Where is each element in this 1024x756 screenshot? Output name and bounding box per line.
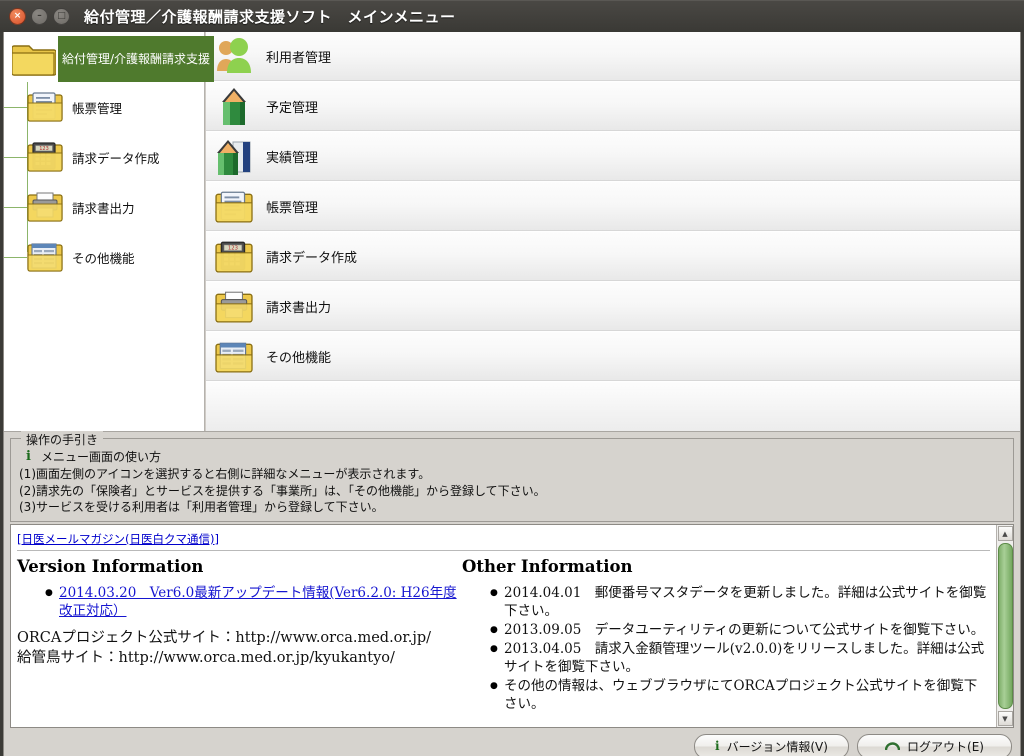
- logout-button-label: ログアウト(E): [907, 739, 984, 754]
- table-folder-icon: [215, 340, 253, 374]
- close-glyph: ×: [13, 11, 22, 21]
- information-scrollbar[interactable]: ▲ ▼: [996, 525, 1013, 727]
- calculator-folder-icon: 123: [27, 141, 63, 173]
- tree-branch-line: [4, 107, 27, 108]
- logout-button[interactable]: ログアウト(E): [857, 733, 1012, 756]
- close-icon[interactable]: ×: [9, 8, 26, 25]
- info-icon: i: [26, 449, 31, 464]
- operation-guide-heading: i メニュー画面の使い方: [19, 448, 1005, 465]
- menu-item-label: 実績管理: [266, 151, 319, 166]
- orca-site-line: ORCAプロジェクト公式サイト：http://www.orca.med.or.j…: [17, 630, 432, 646]
- other-information-column: Other Information 2014.04.01 郵便番号マスタデータを…: [462, 557, 990, 721]
- list-item[interactable]: 2014.03.20 Ver6.0最新アップデート情報(Ver6.2.0: H2…: [45, 584, 462, 620]
- version-info-button-label: バージョン情報(V): [726, 739, 828, 754]
- folder-icon: [12, 41, 56, 77]
- scrollbar-track[interactable]: [997, 542, 1013, 710]
- document-folder-icon: [27, 91, 63, 123]
- title-bar: × – □ 給付管理／介護報酬請求支援ソフト メインメニュー: [0, 0, 1024, 32]
- main-menu-list: 利用者管理 予定管理 実績管理 帳票管理 123 請求データ作成 請求書出力 そ…: [205, 32, 1020, 431]
- menu-item-jisseki-kanri[interactable]: 実績管理: [206, 132, 1020, 182]
- menu-item-label: 利用者管理: [266, 51, 332, 66]
- application-window: × – □ 給付管理／介護報酬請求支援ソフト メインメニュー 給付管理/介護報酬…: [0, 0, 1024, 756]
- other-information-list: 2014.04.01 郵便番号マスタデータを更新しました。詳細は公式サイトを御覧…: [462, 584, 990, 713]
- menu-item-yotei-kanri[interactable]: 予定管理: [206, 82, 1020, 132]
- operation-guide-panel: 操作の手引き i メニュー画面の使い方 (1)画面左側のアイコンを選択すると右側…: [10, 431, 1014, 522]
- calculator-folder-icon: 123: [215, 240, 253, 274]
- list-item: 2013.09.05 データユーティリティの更新について公式サイトを御覧下さい。: [490, 621, 990, 639]
- menu-item-chohyo-kanri[interactable]: 帳票管理: [206, 182, 1020, 232]
- action-button-bar: i バージョン情報(V) ログアウト(E): [4, 728, 1020, 756]
- operation-guide-line: (2)請求先の「保険者」とサービスを提供する「事業所」は、「その他機能」から登録…: [19, 483, 546, 498]
- kyukantyo-site-line: 給管鳥サイト：http://www.orca.med.or.jp/kyukant…: [17, 650, 395, 666]
- menu-item-label: 請求データ作成: [266, 251, 358, 266]
- list-item: 2013.04.05 請求入金額管理ツール(v2.0.0)をリリースしました。詳…: [490, 640, 990, 676]
- menu-item-riyousha-kanri[interactable]: 利用者管理: [206, 32, 1020, 82]
- menu-item-seikyu-data-sakusei[interactable]: 123 請求データ作成: [206, 232, 1020, 282]
- tree-branch-line: [4, 157, 27, 158]
- other-information-title: Other Information: [462, 557, 633, 576]
- information-columns: Version Information 2014.03.20 Ver6.0最新ア…: [17, 557, 990, 721]
- menu-list-filler: [206, 382, 1020, 431]
- main-content-area: 給付管理/介護報酬請求支援 帳票管理 123 請求データ作成 請求書出力 その他…: [4, 32, 1020, 432]
- list-item: その他の情報は、ウェブブラウザにてORCAプロジェクト公式サイトを御覧下さい。: [490, 677, 990, 713]
- navigation-tree: 給付管理/介護報酬請求支援 帳票管理 123 請求データ作成 請求書出力 その他…: [4, 32, 215, 431]
- tree-branch-line: [4, 207, 27, 208]
- minimize-glyph: –: [37, 11, 42, 21]
- document-folder-icon: [215, 190, 253, 224]
- sidebar-item-label: 請求データ作成: [72, 150, 160, 166]
- pencil-book-icon: [215, 136, 253, 178]
- svg-text:123: 123: [39, 146, 49, 152]
- information-content: [日医メールマガジン(日医白クマ通信)] Version Information…: [11, 525, 996, 727]
- tree-root-label: 給付管理/介護報酬請求支援: [58, 36, 215, 82]
- version-information-title: Version Information: [17, 557, 204, 576]
- printer-folder-icon: [215, 290, 253, 324]
- version-information-column: Version Information 2014.03.20 Ver6.0最新ア…: [17, 557, 462, 721]
- printer-folder-icon: [27, 191, 63, 223]
- menu-item-label: 予定管理: [266, 101, 319, 116]
- operation-guide-line: (3)サービスを受ける利用者は「利用者管理」から登録して下さい。: [19, 500, 384, 514]
- pencil-icon: [215, 86, 253, 128]
- minimize-icon[interactable]: –: [31, 8, 48, 25]
- menu-item-sonota-kinou[interactable]: その他機能: [206, 332, 1020, 382]
- mail-magazine-link[interactable]: [日医メールマガジン(日医白クマ通信)]: [17, 531, 219, 547]
- operation-guide-legend: 操作の手引き: [21, 431, 104, 448]
- information-panel: [日医メールマガジン(日医白クマ通信)] Version Information…: [10, 524, 1014, 728]
- window-title: 給付管理／介護報酬請求支援ソフト メインメニュー: [84, 8, 456, 26]
- operation-guide-line: (1)画面左側のアイコンを選択すると右側に詳細なメニューが表示されます。: [19, 467, 431, 481]
- divider: [17, 550, 990, 551]
- tree-root-node[interactable]: 給付管理/介護報酬請求支援: [4, 36, 215, 82]
- info-icon: i: [715, 739, 720, 753]
- operation-guide-wrapper: 操作の手引き i メニュー画面の使い方 (1)画面左側のアイコンを選択すると右側…: [4, 431, 1020, 524]
- sidebar-item-chohyo[interactable]: 帳票管理: [4, 82, 204, 132]
- svg-text:123: 123: [228, 245, 238, 251]
- logout-arc-icon: [884, 739, 901, 754]
- tree-children: 帳票管理 123 請求データ作成 請求書出力 その他機能: [4, 82, 204, 282]
- list-item: 2014.04.01 郵便番号マスタデータを更新しました。詳細は公式サイトを御覧…: [490, 584, 990, 620]
- maximize-glyph: □: [57, 11, 66, 21]
- sidebar-item-seikyu-data[interactable]: 123 請求データ作成: [4, 132, 204, 182]
- scroll-down-button[interactable]: ▼: [997, 711, 1013, 726]
- users-icon: [215, 37, 253, 77]
- window-controls: × – □: [9, 8, 70, 25]
- menu-item-label: その他機能: [266, 351, 332, 366]
- scroll-up-button[interactable]: ▲: [997, 526, 1013, 541]
- menu-item-label: 請求書出力: [266, 301, 332, 316]
- sidebar-item-sonota-kinou[interactable]: その他機能: [4, 232, 204, 282]
- maximize-icon[interactable]: □: [53, 8, 70, 25]
- sidebar-item-seikyusho-shutsuryoku[interactable]: 請求書出力: [4, 182, 204, 232]
- operation-guide-heading-text: メニュー画面の使い方: [41, 450, 162, 464]
- sidebar-item-label: 帳票管理: [72, 100, 123, 116]
- update-info-link[interactable]: 2014.03.20 Ver6.0最新アップデート情報(Ver6.2.0: H2…: [59, 585, 457, 619]
- menu-item-label: 帳票管理: [266, 201, 319, 216]
- table-folder-icon: [27, 241, 63, 273]
- version-information-list: 2014.03.20 Ver6.0最新アップデート情報(Ver6.2.0: H2…: [17, 584, 462, 620]
- sidebar-item-label: 請求書出力: [72, 200, 135, 216]
- tree-branch-line: [4, 257, 27, 258]
- window-frame: 給付管理/介護報酬請求支援 帳票管理 123 請求データ作成 請求書出力 その他…: [3, 32, 1021, 756]
- menu-item-seikyusho-shutsuryoku[interactable]: 請求書出力: [206, 282, 1020, 332]
- sidebar-item-label: その他機能: [72, 250, 135, 266]
- version-info-button[interactable]: i バージョン情報(V): [694, 733, 849, 756]
- scrollbar-thumb[interactable]: [997, 543, 1013, 709]
